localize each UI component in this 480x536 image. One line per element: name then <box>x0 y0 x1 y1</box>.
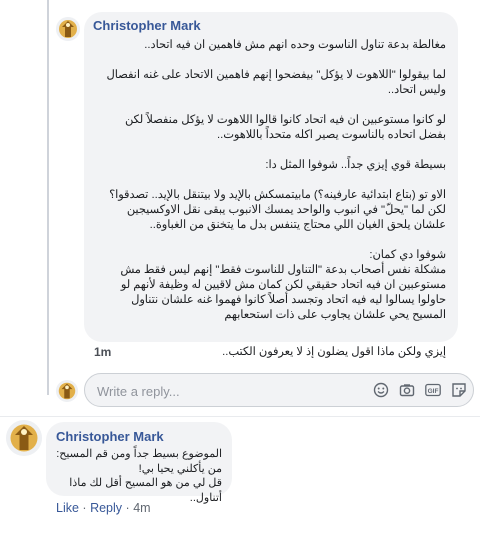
separator: · <box>82 501 87 515</box>
avatar-icon <box>6 420 42 456</box>
reply-paragraph: الموضوع بسيط جداً ومن قم المسيح: من يأكل… <box>56 448 222 504</box>
avatar[interactable] <box>56 17 80 41</box>
comment-paragraph: الاو تو (بتاع ابتدائية عارفينه؟) مابيتمس… <box>109 189 446 231</box>
separator: · <box>125 501 130 515</box>
comment-paragraph: لما بيقولوا "اللاهوت لا يؤكل" بيفضحوا إن… <box>106 69 446 96</box>
comment-meta: 1m <box>94 345 111 359</box>
comment-paragraph: مغالطة بدعة تناول الناسوت وحده انهم مش ف… <box>144 39 446 51</box>
reply-bubble: Christopher Mark الموضوع بسيط جداً ومن ق… <box>46 422 232 504</box>
comment-paragraph: إيزي ولكن ماذا اقول يضلون إذ لا يعرفون ا… <box>222 346 446 358</box>
divider <box>0 416 480 417</box>
camera-icon[interactable] <box>399 382 415 398</box>
reply-input[interactable] <box>95 381 339 401</box>
reply-link[interactable]: Reply <box>90 501 122 515</box>
thread-line <box>47 0 49 395</box>
reply-author[interactable]: Christopher Mark <box>56 429 222 444</box>
svg-text:GIF: GIF <box>428 388 439 395</box>
like-link[interactable]: Like <box>56 501 79 515</box>
comment-text: مغالطة بدعة تناول الناسوت وحده انهم مش ف… <box>96 38 446 360</box>
reply-text: الموضوع بسيط جداً ومن قم المسيح: من يأكل… <box>56 447 222 505</box>
comment-paragraph: بسيطة قوي إيزي جداً.. شوفوا المثل دا: <box>265 159 446 171</box>
comment-paragraph: لو كانوا مستوعبين ان فيه اتحاد كانوا قال… <box>124 114 446 141</box>
comment-bubble: Christopher Mark مغالطة بدعة تناول الناس… <box>84 12 458 358</box>
comment-author[interactable]: Christopher Mark <box>93 18 446 33</box>
comment-paragraph: شوفوا دي كمان: مشكلة نفس أصحاب بدعة "الت… <box>120 249 446 321</box>
avatar[interactable] <box>6 420 42 456</box>
gif-icon[interactable]: GIF <box>425 382 441 398</box>
reply-actions: Like · Reply · 4m <box>56 501 151 515</box>
smiley-icon[interactable] <box>373 382 389 398</box>
sticker-icon[interactable] <box>451 382 467 398</box>
comment-timestamp[interactable]: 1m <box>94 345 111 359</box>
reply-timestamp[interactable]: 4m <box>133 501 150 515</box>
reply-composer[interactable]: GIF <box>84 373 474 407</box>
avatar[interactable] <box>56 380 78 402</box>
avatar-icon <box>56 17 80 41</box>
avatar-icon <box>56 380 78 402</box>
